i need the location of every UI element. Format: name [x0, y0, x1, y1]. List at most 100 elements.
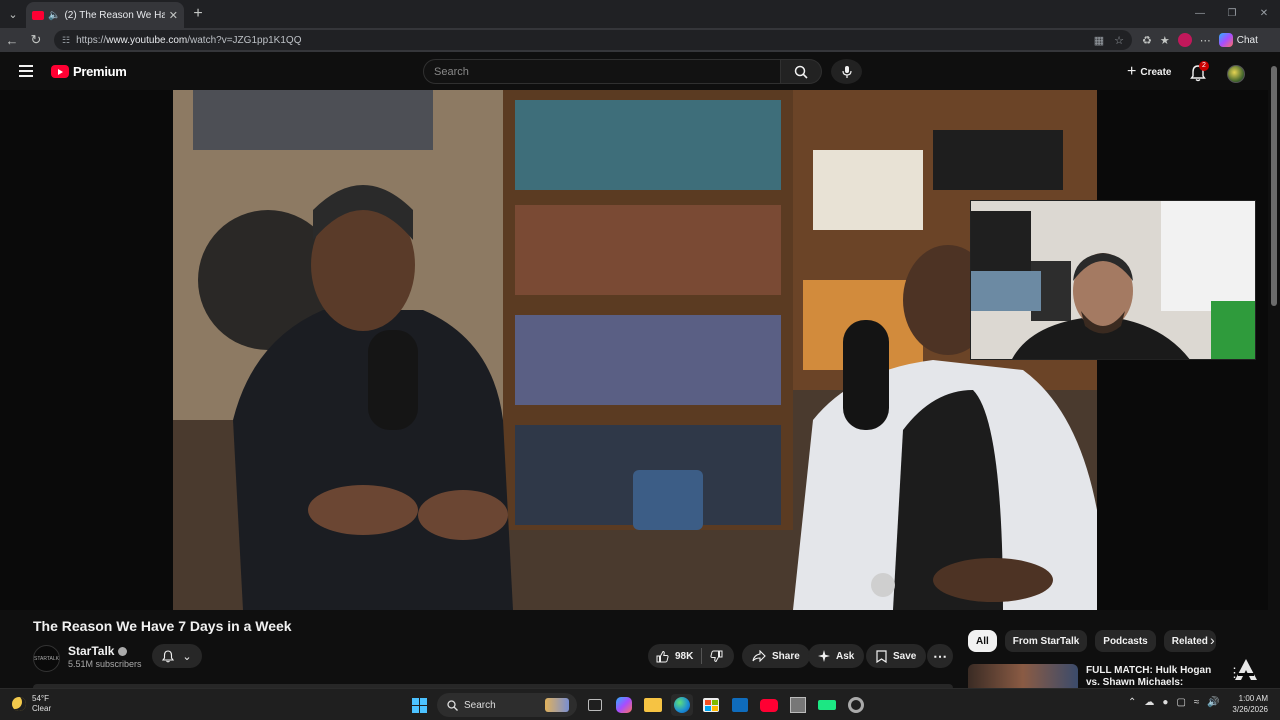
- chip-podcasts[interactable]: Podcasts: [1095, 630, 1156, 652]
- like-count[interactable]: 98K: [675, 651, 693, 662]
- share-button[interactable]: Share: [742, 644, 810, 668]
- chrome-app-icon[interactable]: [845, 694, 867, 716]
- screen: ⌄ 🔈 (2) The Reason We Have 7 Days in a W…: [0, 0, 1280, 720]
- app-available-icon[interactable]: ▦: [1094, 34, 1104, 47]
- copilot-icon: [1218, 33, 1233, 47]
- logo-text: Premium: [73, 64, 127, 79]
- search-box[interactable]: [423, 59, 781, 84]
- file-explorer-icon[interactable]: [644, 698, 662, 712]
- tab-close-icon[interactable]: ✕: [169, 9, 178, 22]
- ask-label: Ask: [836, 650, 855, 662]
- search-icon: [794, 65, 808, 79]
- reload-icon[interactable]: ↻: [24, 32, 48, 48]
- recommendation-filter-chips: All From StarTalk Podcasts Related: [968, 630, 1216, 652]
- tray-overflow-chevron-icon[interactable]: ⌃: [1128, 697, 1136, 708]
- edge-browser-icon[interactable]: [671, 694, 693, 716]
- search-highlight-image: [545, 698, 569, 712]
- chip-related[interactable]: Related: [1163, 630, 1216, 652]
- windows-logo-icon: [411, 697, 427, 713]
- weather-widget[interactable]: 54°F Clear: [12, 694, 51, 714]
- hulu-app-icon[interactable]: [816, 694, 838, 716]
- audio-playing-icon[interactable]: 🔈: [48, 10, 60, 21]
- channel-name-link[interactable]: StarTalk: [68, 644, 128, 658]
- system-tray: ⌃ ☁ ● ▢ ≈ 🔊: [1128, 697, 1220, 708]
- new-tab-plus-icon[interactable]: +: [184, 5, 212, 23]
- microsoft-store-icon[interactable]: [700, 694, 722, 716]
- voice-search-button[interactable]: [831, 59, 862, 84]
- favorite-star-icon[interactable]: ☆: [1114, 34, 1124, 47]
- chip-from-startalk[interactable]: From StarTalk: [1004, 630, 1088, 652]
- omnibox-actions: ▦ ☆: [1094, 34, 1124, 47]
- recommendation-title[interactable]: FULL MATCH: Hulk Hogan vs. Shawn Michael…: [1086, 665, 1214, 688]
- chips-next-chevron-icon[interactable]: ›: [1210, 632, 1215, 648]
- notification-count-badge: 2: [1199, 61, 1209, 71]
- back-arrow-icon[interactable]: ←: [0, 33, 24, 48]
- volume-icon[interactable]: 🔊: [1207, 697, 1219, 708]
- start-button[interactable]: [408, 694, 430, 716]
- task-view-icon[interactable]: [588, 699, 602, 711]
- create-button[interactable]: + Create: [1117, 60, 1181, 84]
- recommendation-thumbnail[interactable]: [968, 664, 1078, 688]
- taskbar-pinned-apps: Search: [408, 693, 867, 717]
- youtube-play-logo-icon: [51, 65, 69, 78]
- address-bar[interactable]: ☷ https://www.youtube.com/watch?v=JZG1pp…: [54, 30, 1132, 50]
- media-app-icon[interactable]: [787, 694, 809, 716]
- url-text[interactable]: https://www.youtube.com/watch?v=JZG1pp1K…: [76, 35, 1088, 46]
- create-label: Create: [1140, 66, 1172, 78]
- window-close-icon[interactable]: ✕: [1248, 0, 1280, 28]
- video-frame[interactable]: [173, 90, 1097, 610]
- browser-tab-active[interactable]: 🔈 (2) The Reason We Have 7 Days in a Wee…: [26, 2, 184, 28]
- menu-hamburger-icon[interactable]: [19, 65, 33, 77]
- favorites-icon[interactable]: ★: [1160, 34, 1170, 47]
- tray-mic-icon[interactable]: ●: [1162, 697, 1168, 708]
- clock-date: 3/26/2026: [1232, 705, 1268, 714]
- channel-name: StarTalk: [68, 644, 115, 658]
- clock-time: 1:00 AM: [1238, 694, 1268, 703]
- more-actions-button[interactable]: ⋯: [927, 644, 953, 668]
- search-input[interactable]: [434, 65, 780, 78]
- subscription-bell-button[interactable]: ⌄: [152, 644, 202, 668]
- channel-avatar[interactable]: STARTALK: [33, 645, 60, 672]
- youtube-premium-logo[interactable]: Premium: [51, 64, 127, 79]
- maximize-icon[interactable]: ❐: [1216, 0, 1248, 28]
- chevron-down-icon: ⌄: [182, 650, 192, 663]
- taskbar-clock[interactable]: 1:00 AM 3/26/2026: [1226, 693, 1268, 715]
- like-thumb-up-icon[interactable]: [656, 650, 669, 663]
- youtube-favicon-icon: [32, 10, 44, 20]
- browser-toolbar: ← ↻ ☷ https://www.youtube.com/watch?v=JZ…: [0, 28, 1280, 52]
- ask-button[interactable]: Ask: [808, 644, 865, 668]
- settings-more-icon[interactable]: ⋯: [1200, 34, 1211, 47]
- youtube-app-icon[interactable]: [758, 694, 780, 716]
- display-icon[interactable]: ▢: [1176, 697, 1185, 708]
- more-horizontal-icon: ⋯: [933, 647, 947, 664]
- webcam-image: [971, 201, 1255, 359]
- save-button[interactable]: Save: [866, 644, 927, 668]
- moon-weather-icon: [12, 697, 26, 711]
- youtube-masthead: Premium + Create 2: [0, 52, 1268, 90]
- dislike-thumb-down-icon[interactable]: [710, 650, 723, 663]
- share-arrow-icon: [752, 650, 766, 662]
- extensions-icon[interactable]: ♻: [1142, 34, 1152, 47]
- taskbar-search-label: Search: [464, 699, 496, 711]
- outlook-mail-icon[interactable]: [729, 694, 751, 716]
- copilot-taskbar-icon[interactable]: [616, 697, 632, 713]
- page-scrollbar[interactable]: [1268, 52, 1280, 688]
- recommendation-menu-icon[interactable]: ⋮: [1228, 665, 1241, 681]
- like-dislike-group: 98K: [648, 644, 734, 668]
- taskbar-search-box[interactable]: Search: [437, 693, 577, 717]
- tab-list-chevron-icon[interactable]: ⌄: [0, 0, 26, 28]
- search-button[interactable]: [781, 59, 822, 84]
- site-info-icon[interactable]: ☷: [62, 35, 70, 46]
- chat-label: Chat: [1236, 34, 1258, 46]
- tab-title: (2) The Reason We Have 7 Days in a Week: [64, 9, 165, 21]
- video-title: The Reason We Have 7 Days in a Week: [33, 618, 292, 634]
- profile-avatar-icon[interactable]: [1177, 33, 1192, 47]
- video-scene-image: [173, 90, 1097, 610]
- scrollbar-thumb[interactable]: [1271, 66, 1277, 306]
- minimize-icon[interactable]: —: [1184, 0, 1216, 28]
- account-avatar[interactable]: [1227, 65, 1245, 83]
- copilot-chat-button[interactable]: Chat: [1218, 33, 1258, 47]
- wifi-icon[interactable]: ≈: [1194, 697, 1200, 708]
- chip-all[interactable]: All: [968, 630, 997, 652]
- onedrive-cloud-icon[interactable]: ☁: [1144, 697, 1154, 708]
